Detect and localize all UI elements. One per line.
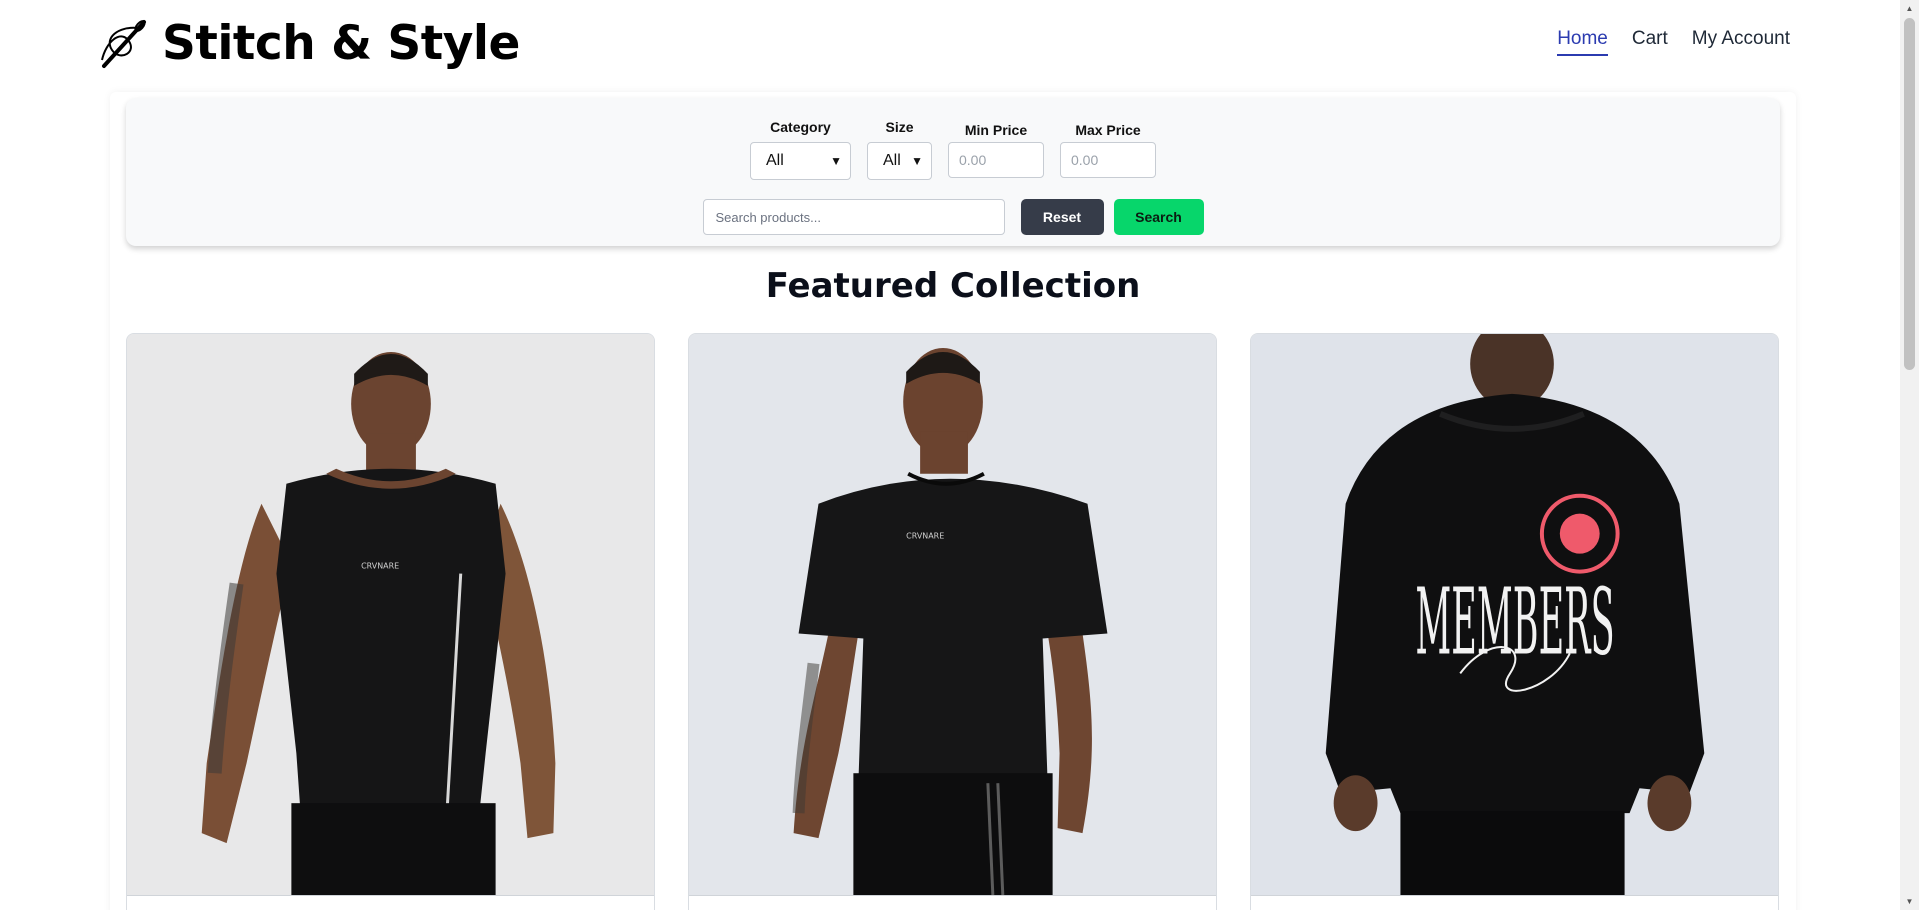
reset-button[interactable]: Reset bbox=[1020, 199, 1104, 235]
search-input[interactable]: Search products... bbox=[702, 199, 1005, 235]
svg-text:CRVNARE: CRVNARE bbox=[361, 562, 399, 571]
site-title: Stitch & Style bbox=[162, 15, 520, 71]
size-select[interactable]: All ▼ bbox=[867, 142, 932, 180]
category-label: Category bbox=[770, 119, 831, 135]
filter-row: Category All ▼ Size All ▼ Min Price 0.00 bbox=[126, 118, 1780, 180]
product-card[interactable]: CRVNARE bbox=[126, 333, 655, 910]
size-label: Size bbox=[885, 119, 914, 135]
nav-home-link[interactable]: Home bbox=[1557, 28, 1608, 56]
nav-my-account-link[interactable]: My Account bbox=[1692, 28, 1790, 56]
product-card[interactable]: CRVNARE bbox=[688, 333, 1217, 910]
scroll-down-arrow-icon[interactable]: ▼ bbox=[1900, 893, 1919, 910]
nav-cart-link[interactable]: Cart bbox=[1632, 28, 1668, 56]
product-image-hoodie: MEMBERS bbox=[1251, 334, 1778, 896]
category-filter: Category All ▼ bbox=[750, 118, 851, 180]
page: Stitch & Style Home Cart My Account Cate… bbox=[0, 0, 1919, 910]
product-image-tshirt: CRVNARE bbox=[689, 334, 1216, 896]
min-price-filter: Min Price 0.00 bbox=[948, 118, 1044, 180]
page-scrollbar[interactable]: ▲ ▼ bbox=[1900, 0, 1919, 910]
size-selected-value: All bbox=[883, 152, 901, 169]
brand[interactable]: Stitch & Style bbox=[98, 12, 520, 74]
scrollbar-thumb[interactable] bbox=[1904, 18, 1915, 370]
chevron-down-icon: ▼ bbox=[830, 154, 842, 168]
svg-text:CRVNARE: CRVNARE bbox=[906, 532, 944, 541]
main-nav: Home Cart My Account bbox=[1557, 28, 1790, 56]
filter-panel: Category All ▼ Size All ▼ Min Price 0.00 bbox=[126, 98, 1780, 246]
scroll-up-arrow-icon[interactable]: ▲ bbox=[1900, 0, 1919, 17]
site-header: Stitch & Style Home Cart My Account bbox=[0, 0, 1900, 86]
max-price-label: Max Price bbox=[1075, 122, 1141, 138]
section-title: Featured Collection bbox=[765, 266, 1141, 306]
min-price-label: Min Price bbox=[964, 122, 1028, 138]
category-select[interactable]: All ▼ bbox=[750, 142, 851, 180]
needle-thread-icon bbox=[101, 20, 146, 68]
main-content: Category All ▼ Size All ▼ Min Price 0.00 bbox=[110, 92, 1796, 910]
max-price-filter: Max Price 0.00 bbox=[1060, 118, 1156, 180]
product-image-tank-top: CRVNARE bbox=[127, 334, 654, 896]
search-button[interactable]: Search bbox=[1113, 199, 1204, 235]
size-filter: Size All ▼ bbox=[867, 118, 932, 180]
search-row: Search products... Reset Search bbox=[126, 199, 1780, 235]
category-selected-value: All bbox=[766, 152, 784, 169]
min-price-input[interactable]: 0.00 bbox=[948, 142, 1044, 178]
max-price-input[interactable]: 0.00 bbox=[1060, 142, 1156, 178]
product-grid: CRVNARE CRVNARE MEMBERS bbox=[126, 333, 1780, 910]
product-card[interactable]: MEMBERS bbox=[1250, 333, 1779, 910]
chevron-down-icon: ▼ bbox=[911, 154, 923, 168]
